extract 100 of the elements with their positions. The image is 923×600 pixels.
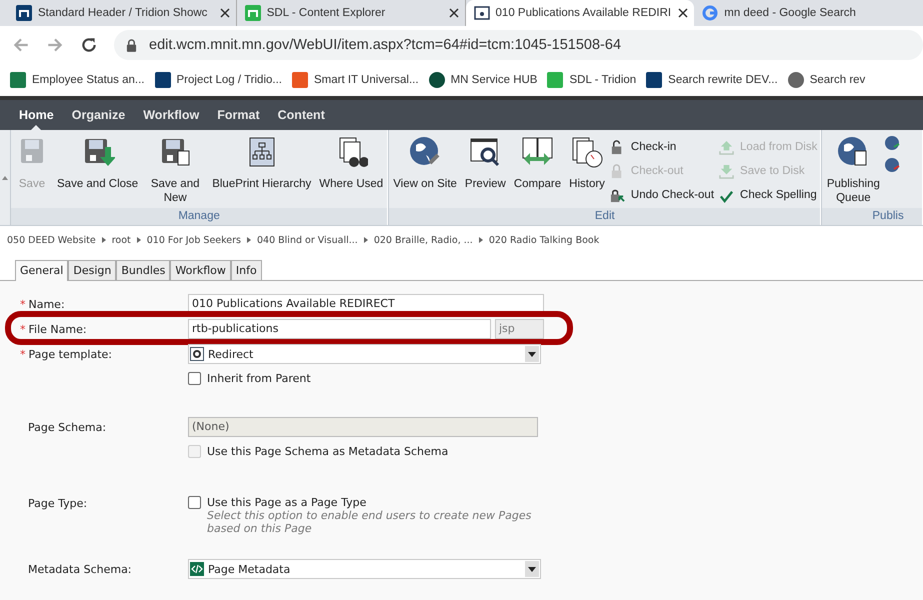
site-logo-icon <box>16 5 32 21</box>
bookmark-label: Smart IT Universal... <box>314 74 419 86</box>
form-tab[interactable]: Design <box>68 260 116 280</box>
required-mark: * <box>20 298 26 311</box>
bookmark-icon <box>646 72 662 88</box>
bookmark-icon <box>10 72 26 88</box>
url-text: edit.wcm.mnit.mn.gov/WebUI/item.aspx?tcm=64#id=tcm:1045-151508-64 <box>149 37 622 53</box>
required-mark: * <box>20 348 26 361</box>
bookmark-icon <box>428 72 445 88</box>
ribbon-button[interactable]: Save and Close <box>53 135 142 191</box>
globe-icon[interactable] <box>884 135 900 151</box>
window-icon <box>474 5 490 21</box>
extension-field: jsp <box>495 319 544 339</box>
bookmark-icon <box>154 72 171 88</box>
bookmark[interactable]: Employee Status an... <box>10 72 145 88</box>
form-tab[interactable]: Info <box>230 260 262 280</box>
tab-title: mn deed - Google Search <box>724 7 857 19</box>
ribbon-button[interactable]: Undo Check-out <box>610 183 714 207</box>
bookmark-label: SDL - Tridion <box>569 74 636 86</box>
scroll-up-icon[interactable] <box>2 176 8 180</box>
bookmark-icon <box>292 72 308 88</box>
group-label: Edit <box>389 208 820 225</box>
tab-title: 010 Publications Available REDIRI <box>496 7 672 19</box>
form-tab[interactable]: Workflow <box>170 260 231 280</box>
form-tab[interactable]: General <box>15 260 68 281</box>
dropdown[interactable]: Page Metadata <box>188 559 541 579</box>
bookmark[interactable]: SDL - Tridion <box>547 72 636 88</box>
ribbon-button[interactable]: BluePrint Hierarchy <box>208 135 316 191</box>
field-label: Metadata Schema: <box>28 563 132 576</box>
read-only-field: (None) <box>188 417 538 437</box>
help-text: Select this option to enable end users to create new Pages based on this Page <box>207 509 532 535</box>
field-label: Page template: <box>28 348 112 361</box>
chevron-icon <box>247 237 251 243</box>
address-bar[interactable]: edit.wcm.mnit.mn.gov/WebUI/item.aspx?tcm=64#id=tcm:1045-151508-64 <box>114 30 923 60</box>
checkbox-label: Use this Page Schema as Metadata Schema <box>207 445 448 458</box>
dropdown[interactable]: Redirect <box>188 344 541 364</box>
checkbox[interactable] <box>188 372 201 385</box>
reload-icon[interactable] <box>80 36 98 54</box>
ribbon-button[interactable]: Publishing Queue <box>822 135 884 205</box>
ribbon-tab[interactable]: Workflow <box>134 100 208 130</box>
ribbon-tab[interactable]: Home <box>10 100 63 130</box>
field-label: Name: <box>28 298 65 311</box>
ribbon-button[interactable]: Save and New <box>142 135 208 205</box>
breadcrumb-link[interactable]: 050 DEED Website <box>7 234 96 246</box>
ribbon-tab[interactable]: Format <box>208 100 269 130</box>
chevron-icon <box>102 237 106 243</box>
bookmark[interactable]: Search rev <box>788 72 866 88</box>
code-icon <box>190 562 204 576</box>
ribbon-button[interactable]: Preview <box>460 135 510 191</box>
form-tab[interactable]: Bundles <box>116 260 170 280</box>
chevron-icon <box>364 237 368 243</box>
bookmark-label: MN Service HUB <box>450 74 538 86</box>
chevron-icon <box>136 237 141 243</box>
upload-tray-icon <box>719 140 734 154</box>
ribbon-tab[interactable]: Organize <box>62 100 134 130</box>
breadcrumb-link[interactable]: 020 Radio Talking Book <box>488 234 600 246</box>
field-label: Page Type: <box>28 497 88 510</box>
text-field[interactable]: rtb-publications <box>188 319 491 339</box>
close-icon[interactable] <box>220 8 230 18</box>
download-tray-icon <box>719 164 734 178</box>
bookmark[interactable]: Smart IT Universal... <box>292 72 419 88</box>
ribbon-button[interactable]: View on Site <box>389 135 461 191</box>
close-icon[interactable] <box>678 8 688 18</box>
tab-title: SDL - Content Explorer <box>266 7 386 19</box>
group-label: Publis <box>822 208 922 225</box>
checkbox-label: Use this Page as a Page Type <box>207 496 368 509</box>
bookmark-label: Search rev <box>810 74 866 86</box>
ribbon-button[interactable]: Where Used <box>315 135 388 191</box>
lock-icon <box>126 38 137 52</box>
browser-tab[interactable]: 010 Publications Available REDIRI <box>466 0 694 26</box>
bookmark[interactable]: Search rewrite DEV... <box>646 72 778 88</box>
ribbon-tab[interactable]: Content <box>268 100 334 130</box>
breadcrumb-link[interactable]: 040 Blind or Visuall... <box>257 234 358 246</box>
chevron-icon <box>478 237 483 243</box>
field-label: File Name: <box>28 323 87 336</box>
close-icon[interactable] <box>448 8 459 18</box>
browser-tab[interactable]: mn deed - Google Search <box>694 0 923 26</box>
google-logo-icon <box>702 5 718 21</box>
history-icon <box>570 135 604 169</box>
field-label: Page Schema: <box>28 421 106 434</box>
bookmark-label: Employee Status an... <box>32 74 145 86</box>
breadcrumb-link[interactable]: 020 Braille, Radio, ... <box>374 234 473 246</box>
checkbox[interactable] <box>188 496 201 509</box>
site-logo-icon <box>244 5 261 21</box>
checkbox-label: Inherit from Parent <box>207 372 311 385</box>
globe-icon[interactable] <box>884 157 900 173</box>
bookmark[interactable]: Project Log / Tridio... <box>154 72 282 88</box>
group-label: Manage <box>11 208 388 225</box>
ribbon-button[interactable]: Compare <box>510 135 566 191</box>
bookmark-icon <box>788 72 804 88</box>
bookmark[interactable]: MN Service HUB <box>428 72 538 88</box>
ribbon-button[interactable]: Check-in <box>610 135 714 159</box>
required-mark: * <box>20 323 26 336</box>
breadcrumb-link[interactable]: root <box>112 234 131 246</box>
ribbon-button[interactable]: Check Spelling <box>719 183 818 207</box>
ribbon-button[interactable]: History <box>565 135 609 191</box>
breadcrumb-link[interactable]: 010 For Job Seekers <box>146 234 241 246</box>
bookmark-icon <box>547 72 564 88</box>
padlock-arrow-icon <box>610 188 625 202</box>
bookmark-label: Search rewrite DEV... <box>668 74 778 86</box>
